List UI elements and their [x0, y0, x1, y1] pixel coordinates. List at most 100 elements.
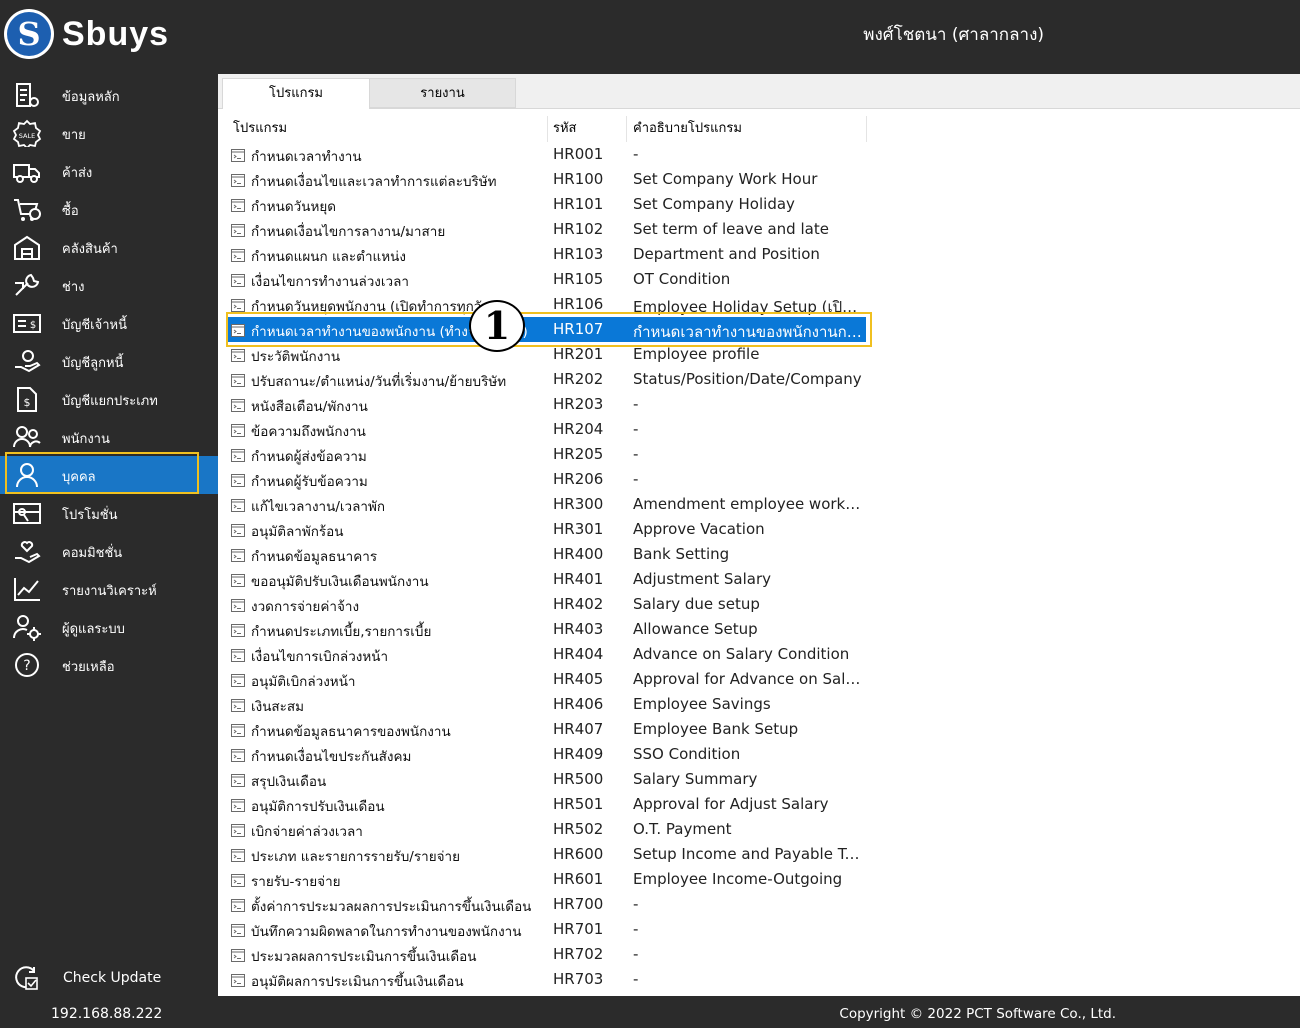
- program-icon: [231, 622, 245, 637]
- program-icon: [231, 647, 245, 662]
- sidebar-item-1[interactable]: SALE ขาย: [0, 114, 218, 152]
- sidebar-item-6[interactable]: $ บัญชีเจ้าหนี้: [0, 304, 218, 342]
- copyright-text: Copyright © 2022 PCT Software Co., Ltd.: [839, 1006, 1116, 1022]
- table-row[interactable]: กำหนดผู้ส่งข้อความ HR205 -: [226, 442, 866, 467]
- wrench-icon: [12, 271, 42, 299]
- sidebar-item-9[interactable]: พนักงาน: [0, 418, 218, 456]
- program-code: HR203: [553, 395, 604, 413]
- table-row[interactable]: อนุมัติเบิกล่วงหน้า HR405 Approval for Adv…: [226, 667, 866, 692]
- table-row[interactable]: สรุปเงินเดือน HR500 Salary Summary: [226, 767, 866, 792]
- program-name: ปรับสถานะ/ตำแหน่ง/วันที่เริ่มงาน/ย้ายบริ…: [251, 374, 507, 390]
- program-description: Set Company Holiday: [633, 195, 795, 213]
- table-row[interactable]: กำหนดผู้รับข้อความ HR206 -: [226, 467, 866, 492]
- program-name: รายรับ-รายจ่าย: [251, 874, 341, 890]
- table-row[interactable]: ขออนุมัติปรับเงินเดือนพนักงาน HR401 Adjust…: [226, 567, 866, 592]
- program-icon: [231, 547, 245, 562]
- table-row[interactable]: กำหนดวันหยุด HR101 Set Company Holiday: [226, 192, 866, 217]
- table-row[interactable]: ประมวลผลการประเมินการขึ้นเงินเดือน HR702 -: [226, 942, 866, 967]
- program-description: Allowance Setup: [633, 620, 758, 638]
- sidebar-item-label: รายงานวิเคราะห์: [62, 584, 157, 599]
- table-row[interactable]: แก้ไขเวลางาน/เวลาพัก HR300 Amendment emplo…: [226, 492, 866, 517]
- table-row[interactable]: อนุมัติลาพักร้อน HR301 Approve Vacation: [226, 517, 866, 542]
- table-row[interactable]: ข้อความถึงพนักงาน HR204 -: [226, 417, 866, 442]
- commission-icon: [12, 537, 42, 565]
- table-row[interactable]: บันทึกความผิดพลาดในการทำงานของพนักงาน HR7…: [226, 917, 866, 942]
- table-row[interactable]: กำหนดเงื่อนไขประกันสังคม HR409 SSO Conditi…: [226, 742, 866, 767]
- program-code: HR206: [553, 470, 604, 488]
- program-code: HR404: [553, 645, 604, 663]
- current-user-name[interactable]: พงศ์โชตนา (ศาลากลาง): [863, 21, 1044, 48]
- tab-programs[interactable]: โปรแกรม: [222, 78, 370, 109]
- program-description: Employee Bank Setup: [633, 720, 799, 738]
- table-row[interactable]: รายรับ-รายจ่าย HR601 Employee Income-Outgo…: [226, 867, 866, 892]
- program-code: HR103: [553, 245, 604, 263]
- program-name: บันทึกความผิดพลาดในการทำงานของพนักงาน: [251, 924, 522, 940]
- sidebar-item-13[interactable]: รายงานวิเคราะห์: [0, 570, 218, 608]
- program-name: ประมวลผลการประเมินการขึ้นเงินเดือน: [251, 949, 477, 965]
- sidebar-item-label: ช่าง: [62, 280, 85, 295]
- program-icon: [231, 772, 245, 787]
- program-description: Adjustment Salary: [633, 570, 772, 588]
- sidebar-item-label: คลังสินค้า: [62, 242, 118, 257]
- table-row[interactable]: ประเภท และรายการรายรับ/รายจ่าย HR600 Setup…: [226, 842, 866, 867]
- sidebar-item-8[interactable]: $ บัญชีแยกประเภท: [0, 380, 218, 418]
- table-row[interactable]: กำหนดเงื่อนไขการลางาน/มาสาย HR102 Set term…: [226, 217, 866, 242]
- table-row[interactable]: กำหนดข้อมูลธนาคาร HR400 Bank Setting: [226, 542, 866, 567]
- table-row[interactable]: กำหนดเวลาทำงาน HR001 -: [226, 142, 866, 167]
- program-description: Approval for Advance on Salary: [633, 670, 863, 688]
- program-code: HR405: [553, 670, 604, 688]
- program-icon: [231, 947, 245, 962]
- sidebar-item-11[interactable]: โปรโมชั่น: [0, 494, 218, 532]
- tab-reports[interactable]: รายงาน: [370, 78, 516, 108]
- sidebar-item-7[interactable]: บัญชีลูกหนี้: [0, 342, 218, 380]
- table-row[interactable]: อนุมัติการปรับเงินเดือน HR501 Approval for…: [226, 792, 866, 817]
- table-row[interactable]: หนังสือเตือน/พักงาน HR203 -: [226, 392, 866, 417]
- program-name: เงื่อนไขการเบิกล่วงหน้า: [251, 649, 389, 665]
- column-divider: [866, 116, 867, 142]
- sidebar-item-14[interactable]: ผู้ดูแลระบบ: [0, 608, 218, 646]
- sidebar-item-3[interactable]: ซื้อ: [0, 190, 218, 228]
- table-row[interactable]: เงื่อนไขการทำงานล่วงเวลา HR105 OT Conditio…: [226, 267, 866, 292]
- warehouse-icon: [12, 233, 42, 261]
- column-header-program[interactable]: โปรแกรม: [233, 116, 287, 142]
- column-header-code[interactable]: รหัส: [553, 116, 577, 142]
- program-icon: [231, 272, 245, 287]
- program-description: Setup Income and Payable Type: [633, 845, 863, 863]
- program-description: Amendment employee working: [633, 495, 863, 513]
- cart-icon: [12, 195, 42, 223]
- table-row[interactable]: เงื่อนไขการเบิกล่วงหน้า HR404 Advance on S…: [226, 642, 866, 667]
- program-code: HR401: [553, 570, 604, 588]
- program-description: -: [633, 420, 639, 438]
- sidebar-item-4[interactable]: คลังสินค้า: [0, 228, 218, 266]
- program-icon: [231, 872, 245, 887]
- program-name: เงินสะสม: [251, 699, 305, 715]
- table-row[interactable]: กำหนดข้อมูลธนาคารของพนักงาน HR407 Employee…: [226, 717, 866, 742]
- program-code: HR201: [553, 345, 604, 363]
- table-row[interactable]: กำหนดแผนก และตำแหน่ง HR103 Department and …: [226, 242, 866, 267]
- check-update-label: Check Update: [63, 970, 162, 986]
- table-row[interactable]: ปรับสถานะ/ตำแหน่ง/วันที่เริ่มงาน/ย้ายบริ…: [226, 367, 866, 392]
- sidebar-item-15[interactable]: ? ช่วยเหลือ: [0, 646, 218, 684]
- program-code: HR402: [553, 595, 604, 613]
- sidebar-item-0[interactable]: ข้อมูลหลัก: [0, 76, 218, 114]
- sidebar-item-5[interactable]: ช่าง: [0, 266, 218, 304]
- program-name: อนุมัติผลการประเมินการขึ้นเงินเดือน: [251, 974, 464, 990]
- check-update-button[interactable]: Check Update: [0, 960, 218, 998]
- table-row[interactable]: งวดการจ่ายค่าจ้าง HR402 Salary due setup: [226, 592, 866, 617]
- table-row[interactable]: ตั้งค่าการประมวลผลการประเมินการขึ้นเงินเ…: [226, 892, 866, 917]
- program-icon: [231, 372, 245, 387]
- program-name: กำหนดเงื่อนไขการลางาน/มาสาย: [251, 224, 446, 240]
- program-icon: [231, 347, 245, 362]
- table-row[interactable]: อนุมัติผลการประเมินการขึ้นเงินเดือน HR703…: [226, 967, 866, 992]
- sidebar-item-2[interactable]: ค้าส่ง: [0, 152, 218, 190]
- table-row[interactable]: กำหนดประเภทเบี้ย,รายการเบี้ย HR403 Allowan…: [226, 617, 866, 642]
- table-row[interactable]: เบิกจ่ายค่าล่วงเวลา HR502 O.T. Payment: [226, 817, 866, 842]
- column-header-description[interactable]: คำอธิบายโปรแกรม: [633, 116, 742, 142]
- table-row[interactable]: เงินสะสม HR406 Employee Savings: [226, 692, 866, 717]
- program-description: Approve Vacation: [633, 520, 765, 538]
- program-icon: [231, 897, 245, 912]
- table-row[interactable]: กำหนดเงื่อนไขและเวลาทำการแต่ละบริษัท HR10…: [226, 167, 866, 192]
- ledger-icon: $: [12, 385, 42, 413]
- svg-text:$: $: [24, 396, 31, 409]
- sidebar-item-12[interactable]: คอมมิชชั่น: [0, 532, 218, 570]
